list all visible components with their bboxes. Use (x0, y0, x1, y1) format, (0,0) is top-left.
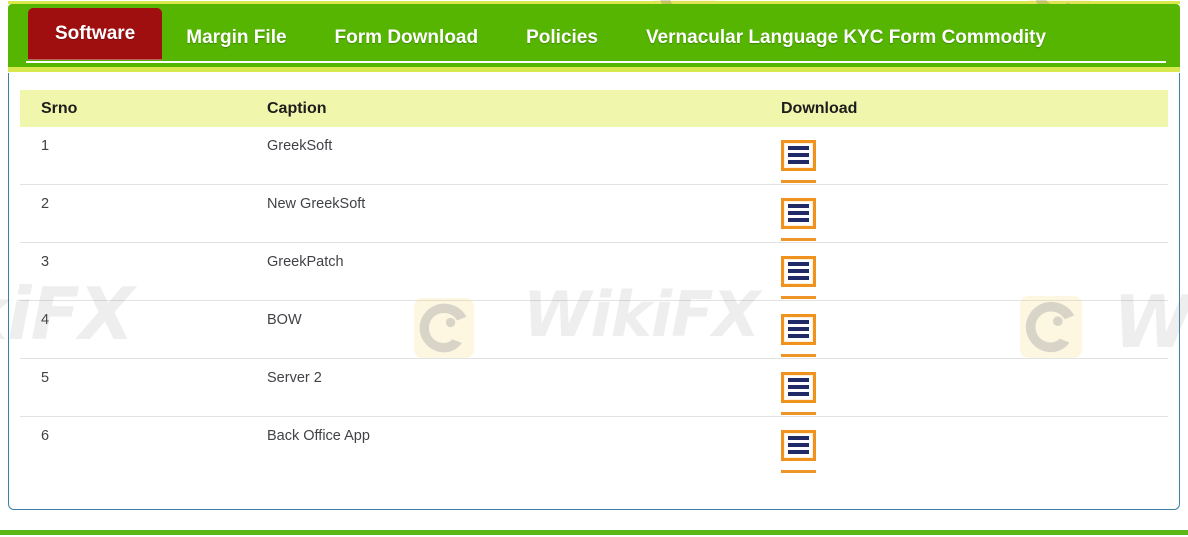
download-icon-bar (788, 443, 809, 447)
cell-caption: BOW (267, 312, 302, 328)
download-icon-underline (781, 295, 816, 299)
table-header-row: Srno Caption Download (20, 90, 1168, 127)
cell-srno: 4 (41, 312, 50, 328)
cell-caption: Back Office App (267, 428, 370, 444)
content-panel: Srno Caption Download 1 GreekSoft 2 New Gre… (8, 73, 1180, 510)
nav-tab-form-download[interactable]: Form Download (311, 16, 503, 60)
cell-caption: Server 2 (267, 370, 322, 386)
cell-srno: 6 (41, 428, 50, 444)
download-icon-underline (781, 353, 816, 357)
download-file-icon[interactable] (781, 371, 816, 415)
download-icon-underline (781, 237, 816, 241)
cell-download (777, 196, 1157, 241)
download-icon-bar (788, 211, 809, 215)
download-icon-bar (788, 327, 809, 331)
cell-download (777, 138, 1157, 183)
cell-download (777, 370, 1157, 415)
cell-caption: GreekSoft (267, 138, 333, 154)
download-icon-glyph (781, 371, 816, 403)
navbar-tabs: Software Margin File Form Download Policies… (8, 4, 1070, 60)
download-icon-bar (788, 262, 809, 266)
cell-srno: 1 (41, 138, 50, 154)
column-header-srno: Srno (41, 99, 78, 117)
download-icon-bar (788, 269, 809, 273)
download-file-icon[interactable] (781, 197, 816, 241)
download-icon-bar (788, 334, 809, 338)
download-icon-bar (788, 160, 809, 164)
download-icon-glyph (781, 197, 816, 229)
nav-tab-margin-file[interactable]: Margin File (162, 16, 310, 60)
cell-caption: GreekPatch (267, 254, 344, 270)
nav-tab-policies[interactable]: Policies (502, 16, 622, 60)
table-row: 4 BOW (20, 301, 1168, 359)
download-icon-glyph (781, 429, 816, 461)
table-row: 5 Server 2 (20, 359, 1168, 417)
table-row: 6 Back Office App (20, 417, 1168, 475)
download-file-icon[interactable] (781, 139, 816, 183)
bottom-accent-strip (0, 528, 1188, 537)
download-icon-bar (788, 218, 809, 222)
nav-tab-software[interactable]: Software (28, 8, 163, 60)
download-icon-bar (788, 276, 809, 280)
cell-download (777, 312, 1157, 357)
download-icon-underline (781, 469, 816, 473)
download-icon-underline (781, 179, 816, 183)
download-icon-bar (788, 385, 809, 389)
column-header-download: Download (781, 99, 858, 117)
table-body: 1 GreekSoft 2 New GreekSoft 3 GreekPatch 4 BOW 5… (20, 127, 1168, 475)
cell-srno: 5 (41, 370, 50, 386)
table-row: 2 New GreekSoft (20, 185, 1168, 243)
navbar-bottom-edge (8, 67, 1180, 72)
download-icon-glyph (781, 313, 816, 345)
main-navbar: Software Margin File Form Download Policies… (8, 4, 1180, 72)
download-icon-bar (788, 204, 809, 208)
download-icon-bar (788, 450, 809, 454)
download-icon-bar (788, 392, 809, 396)
table-row: 1 GreekSoft (20, 127, 1168, 185)
nav-tab-vernacular-language-kyc-form-commodity[interactable]: Vernacular Language KYC Form Commodity (622, 16, 1070, 60)
download-icon-bar (788, 320, 809, 324)
download-file-icon[interactable] (781, 313, 816, 357)
download-file-icon[interactable] (781, 429, 816, 473)
cell-srno: 2 (41, 196, 50, 212)
download-icon-underline (781, 411, 816, 415)
cell-srno: 3 (41, 254, 50, 270)
download-icon-bar (788, 153, 809, 157)
navbar-underline (26, 61, 1166, 63)
table-row: 3 GreekPatch (20, 243, 1168, 301)
page-root: kiFXWikiFXW SoftwareMargin FileForm Down… (0, 0, 1188, 537)
download-icon-bar (788, 436, 809, 440)
column-header-caption: Caption (267, 99, 327, 117)
download-file-icon[interactable] (781, 255, 816, 299)
download-icon-glyph (781, 139, 816, 171)
cell-download (777, 254, 1157, 299)
cell-download (777, 428, 1157, 473)
software-table: Srno Caption Download 1 GreekSoft 2 New Gre… (20, 90, 1168, 475)
cell-caption: New GreekSoft (267, 196, 366, 212)
download-icon-bar (788, 146, 809, 150)
download-icon-glyph (781, 255, 816, 287)
download-icon-bar (788, 378, 809, 382)
